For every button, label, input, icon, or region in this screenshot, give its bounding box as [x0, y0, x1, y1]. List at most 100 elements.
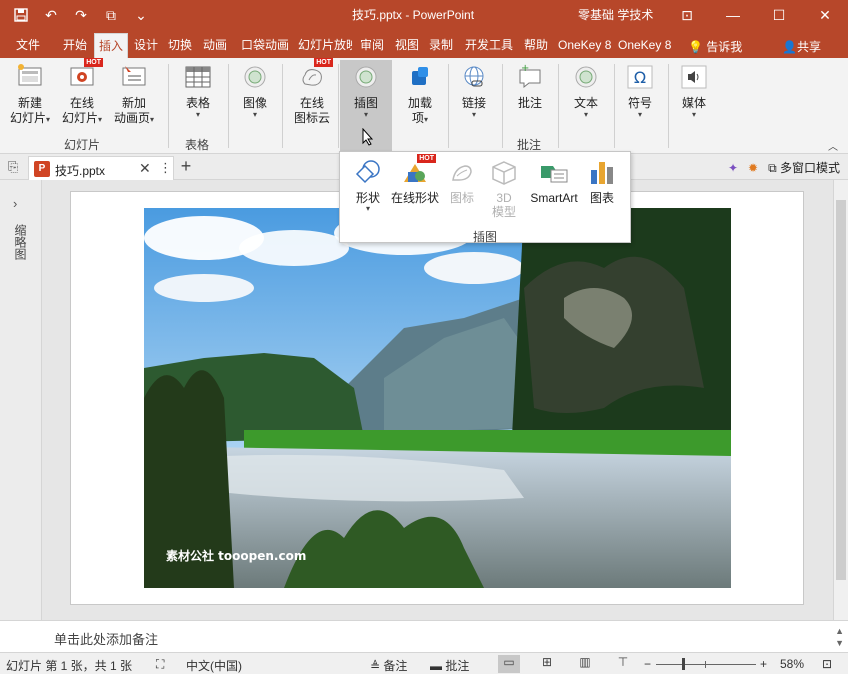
tab-slideshow[interactable]: 幻灯片放映	[294, 33, 352, 58]
scrollbar-thumb[interactable]	[836, 200, 846, 580]
new-slide-icon	[15, 62, 45, 92]
new-tab-button[interactable]: +	[176, 156, 196, 177]
tab-help[interactable]: 帮助	[520, 33, 552, 58]
reading-view-button[interactable]: ▥	[574, 655, 596, 673]
tab-record[interactable]: 录制	[425, 33, 457, 58]
online-slide-icon: HOT	[67, 58, 103, 92]
addins-icon	[405, 62, 435, 92]
hot-badge: HOT	[84, 58, 103, 67]
group-label-tables: 表格	[185, 138, 210, 152]
addins-button[interactable]: 加载 项▾	[400, 62, 440, 126]
tab-review[interactable]: 审阅	[356, 33, 388, 58]
close-tab-icon[interactable]: ✕	[139, 160, 151, 177]
zoom-out-button[interactable]: −	[644, 657, 651, 671]
shapes-button[interactable]: 形状 ▾	[348, 158, 388, 213]
online-slide-button[interactable]: HOT 在线 幻灯片▾	[58, 58, 106, 126]
title-bar: ↶ ↷ ⧉ ⌄ 技巧.pptx - PowerPoint 零基础 学技术 ⊡ —…	[0, 0, 848, 30]
more-options-icon[interactable]: ⋮	[159, 160, 172, 176]
share-button[interactable]: 👤共享	[782, 38, 821, 55]
magic-wand-icon[interactable]: ✦	[728, 161, 738, 175]
user-name[interactable]: 零基础 学技术	[578, 6, 653, 23]
zoom-level[interactable]: 58%	[780, 657, 804, 671]
dropdown-arrow-icon: ▾	[637, 110, 642, 119]
table-button[interactable]: 表格 ▾	[176, 62, 220, 119]
powerpoint-file-icon: P	[34, 161, 50, 177]
smartart-button[interactable]: SmartArt	[526, 158, 582, 205]
redo-icon[interactable]: ↷	[68, 4, 94, 26]
symbols-button[interactable]: Ω 符号 ▾	[620, 62, 660, 119]
notes-toggle[interactable]: ≜ 备注	[370, 657, 407, 674]
group-separator	[168, 64, 169, 148]
settings-gear-icon[interactable]: ✹	[748, 161, 758, 175]
undo-icon[interactable]: ↶	[38, 4, 64, 26]
thumbnail-pane-label[interactable]: 缩略图	[12, 224, 29, 260]
document-tab[interactable]: P 技巧.pptx ✕ ⋮	[28, 156, 174, 180]
tab-onekey-2[interactable]: OneKey 8	[614, 33, 672, 58]
minimize-button[interactable]: —	[710, 0, 756, 30]
notes-scroll-arrows-icon[interactable]: ▲ ▼	[835, 625, 844, 649]
tab-animations[interactable]: 动画	[199, 33, 231, 58]
tab-file[interactable]: 文件	[12, 33, 44, 58]
language-indicator[interactable]: 中文(中国)	[186, 657, 242, 674]
notes-pane[interactable]: 单击此处添加备注 ▲ ▼	[0, 620, 848, 652]
ribbon-tabs: 文件 开始 插入 设计 切换 动画 口袋动画 幻灯片放映 审阅 视图 录制 开发…	[0, 30, 848, 58]
dropdown-arrow-icon: ▾	[252, 110, 257, 119]
tell-me[interactable]: 💡 告诉我	[688, 38, 742, 55]
fit-to-window-icon[interactable]: ⊡	[822, 657, 832, 671]
slideshow-view-button[interactable]: ⊤	[612, 655, 634, 673]
omega-icon: Ω	[625, 62, 655, 92]
normal-view-button[interactable]: ▭	[498, 655, 520, 673]
slide-sorter-view-button[interactable]: ⊞	[536, 655, 558, 673]
tab-view[interactable]: 视图	[391, 33, 423, 58]
media-button[interactable]: 媒体 ▾	[674, 62, 714, 119]
vertical-scrollbar[interactable]	[833, 180, 848, 620]
customize-qat-icon[interactable]: ⌄	[128, 4, 154, 26]
chart-button[interactable]: 图表	[584, 158, 620, 205]
start-from-beginning-icon[interactable]: ⧉	[98, 4, 124, 26]
group-separator	[558, 64, 559, 148]
tab-insert[interactable]: 插入	[94, 33, 129, 58]
landscape-photo[interactable]: 素材公社 tooopen.com	[144, 208, 731, 588]
thumbnail-pane: › 缩略图	[0, 180, 42, 620]
tab-home[interactable]: 开始	[59, 33, 91, 58]
illustrations-button[interactable]: 插图 ▾	[340, 60, 392, 152]
save-icon[interactable]	[8, 4, 34, 26]
tab-list-icon[interactable]: ⎘	[8, 159, 18, 175]
new-animation-page-button[interactable]: 新加 动画页▾	[110, 62, 158, 126]
zoom-in-button[interactable]: +	[760, 657, 767, 671]
dropdown-arrow-icon: ▾	[363, 110, 368, 119]
text-button[interactable]: 文本 ▾	[566, 62, 606, 119]
zoom-slider-thumb[interactable]	[682, 658, 685, 670]
text-icon	[571, 62, 601, 92]
multi-window-button[interactable]: ⧉ 多窗口模式	[768, 159, 840, 176]
ribbon-display-options-icon[interactable]: ⊡	[664, 0, 710, 30]
tab-pocket-animation[interactable]: 口袋动画	[237, 33, 293, 58]
3d-models-button[interactable]: 3D 模型	[486, 158, 522, 219]
comment-button[interactable]: + 批注	[510, 62, 550, 111]
new-slide-button[interactable]: 新建 幻灯片▾	[6, 62, 54, 126]
online-icon-cloud-button[interactable]: HOT 在线 图标云	[290, 58, 334, 126]
tab-design[interactable]: 设计	[130, 33, 162, 58]
zoom-slider[interactable]	[656, 664, 756, 665]
links-button[interactable]: 链接 ▾	[454, 62, 494, 119]
dropdown-arrow-icon: ▾	[691, 110, 696, 119]
zoom-center-mark	[705, 661, 706, 668]
window-title: 技巧.pptx - PowerPoint	[352, 8, 475, 22]
close-button[interactable]: ✕	[802, 0, 848, 30]
expand-pane-icon[interactable]: ›	[13, 196, 17, 211]
tab-onekey-1[interactable]: OneKey 8	[554, 33, 612, 58]
comments-toggle[interactable]: ▬ 批注	[430, 657, 469, 674]
collapse-ribbon-icon[interactable]: ︿	[828, 138, 838, 153]
notes-placeholder[interactable]: 单击此处添加备注	[54, 629, 158, 648]
tab-transitions[interactable]: 切换	[164, 33, 196, 58]
comment-bubble-icon: ▬	[430, 659, 442, 673]
image-button[interactable]: 图像 ▾	[236, 62, 274, 119]
group-separator	[282, 64, 283, 148]
dropdown-arrow-icon: ▾	[98, 115, 103, 124]
accessibility-icon[interactable]: ⛶	[156, 657, 164, 672]
tab-developer[interactable]: 开发工具	[461, 33, 517, 58]
icon-cloud-icon: HOT	[297, 58, 333, 92]
online-shapes-button[interactable]: HOT 在线形状	[388, 154, 442, 205]
icons-button[interactable]: 图标	[444, 158, 480, 205]
maximize-button[interactable]: ☐	[756, 0, 802, 30]
